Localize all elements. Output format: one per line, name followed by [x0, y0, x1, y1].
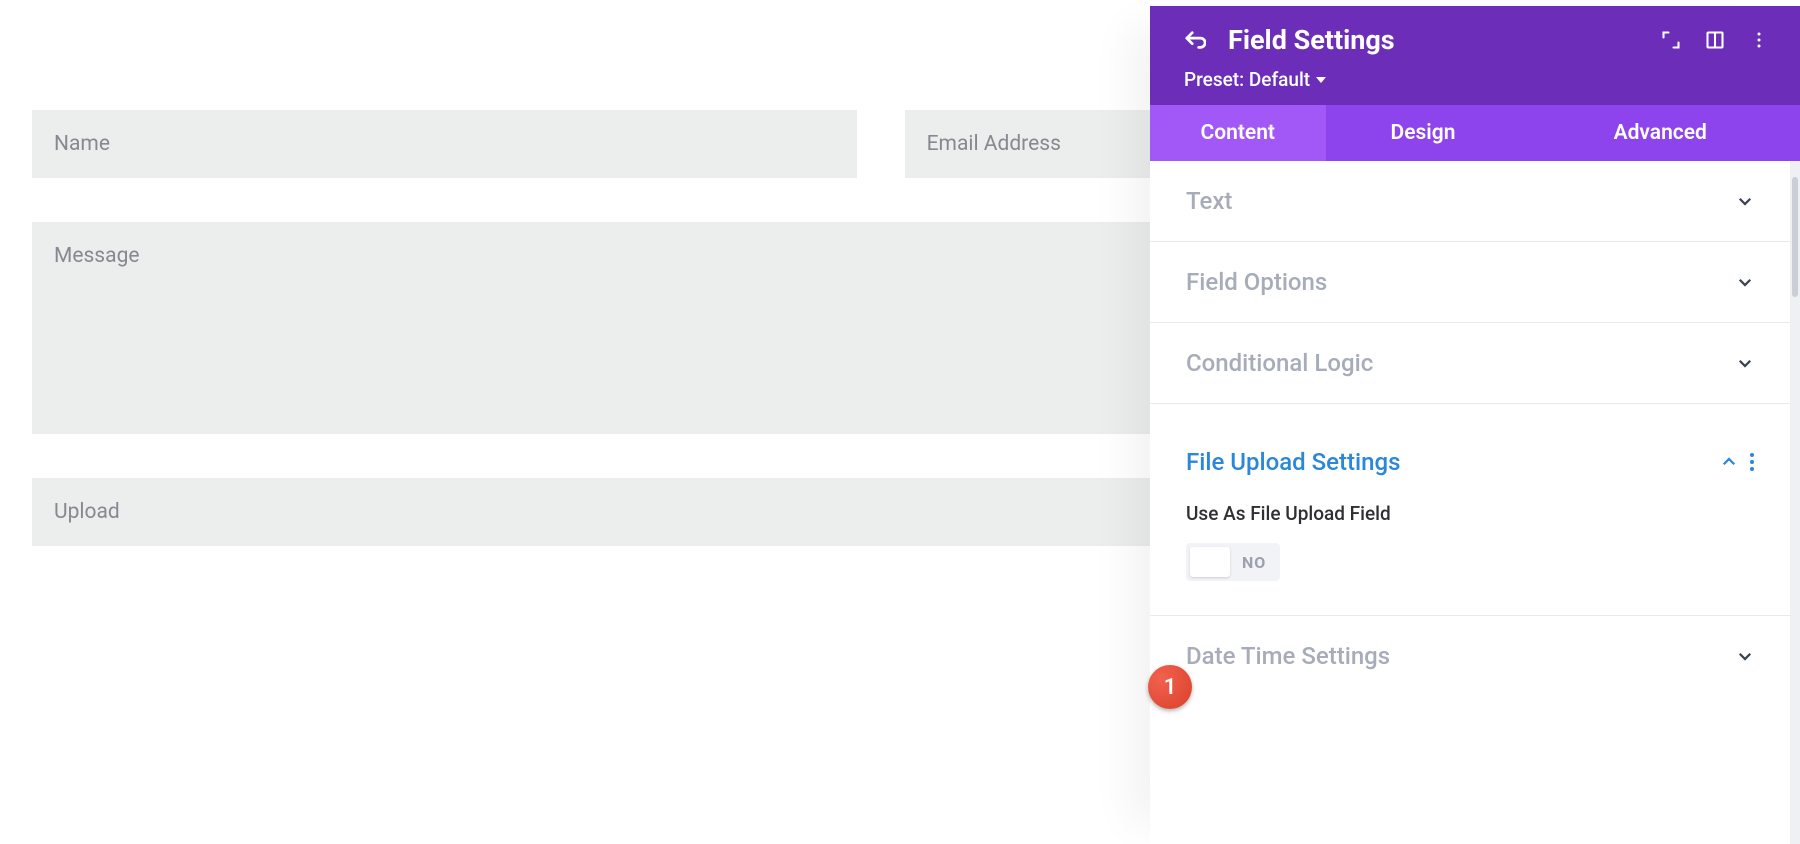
panel-header: Field Settings Preset: Default: [1150, 6, 1800, 105]
section-date-time-settings: Date Time Settings: [1150, 616, 1790, 696]
panel-title: Field Settings: [1228, 24, 1638, 56]
settings-tabs: Content Design Advanced: [1150, 105, 1800, 161]
more-icon[interactable]: [1748, 29, 1770, 51]
section-date-time-settings-header[interactable]: Date Time Settings: [1150, 616, 1790, 696]
preset-dropdown[interactable]: Preset: Default: [1184, 68, 1326, 91]
section-conditional-logic: Conditional Logic: [1150, 323, 1790, 404]
section-date-time-settings-title: Date Time Settings: [1186, 642, 1736, 670]
tab-content[interactable]: Content: [1150, 105, 1326, 161]
scrollbar[interactable]: [1790, 161, 1800, 844]
section-field-options: Field Options: [1150, 242, 1790, 323]
panel-scroll[interactable]: Text Field Options: [1150, 161, 1790, 844]
chevron-down-icon: [1736, 273, 1754, 291]
toggle-value-label: NO: [1242, 553, 1266, 572]
chevron-down-icon: [1736, 647, 1754, 665]
section-field-options-header[interactable]: Field Options: [1150, 242, 1790, 322]
section-field-options-title: Field Options: [1186, 268, 1736, 296]
tab-design[interactable]: Design: [1326, 105, 1521, 161]
scrollbar-thumb[interactable]: [1792, 177, 1798, 297]
settings-panel: Field Settings Preset: Default Content D…: [1150, 6, 1800, 844]
section-text: Text: [1150, 161, 1790, 242]
back-icon[interactable]: [1184, 29, 1206, 51]
file-upload-section-body: Use As File Upload Field NO: [1150, 502, 1790, 615]
annotation-badge-1: 1: [1148, 665, 1192, 709]
chevron-up-icon: [1720, 453, 1738, 471]
layout-columns-icon[interactable]: [1704, 29, 1726, 51]
chevron-down-icon: [1736, 354, 1754, 372]
section-conditional-logic-header[interactable]: Conditional Logic: [1150, 323, 1790, 403]
section-more-icon[interactable]: [1750, 453, 1754, 471]
section-file-upload-settings-title: File Upload Settings: [1186, 448, 1720, 476]
section-text-title: Text: [1186, 187, 1736, 215]
expand-icon[interactable]: [1660, 29, 1682, 51]
chevron-down-icon: [1736, 192, 1754, 210]
section-file-upload-settings: File Upload Settings Use As File Upload …: [1150, 404, 1790, 616]
use-as-file-upload-label: Use As File Upload Field: [1186, 502, 1754, 525]
name-field[interactable]: Name: [32, 110, 857, 178]
tab-advanced[interactable]: Advanced: [1521, 105, 1800, 161]
section-text-header[interactable]: Text: [1150, 161, 1790, 241]
caret-down-icon: [1316, 77, 1326, 83]
section-file-upload-settings-header[interactable]: File Upload Settings: [1150, 404, 1790, 502]
preset-label: Preset: Default: [1184, 68, 1310, 91]
section-conditional-logic-title: Conditional Logic: [1186, 349, 1736, 377]
toggle-knob: [1190, 547, 1230, 577]
use-as-file-upload-toggle[interactable]: NO: [1186, 543, 1280, 581]
